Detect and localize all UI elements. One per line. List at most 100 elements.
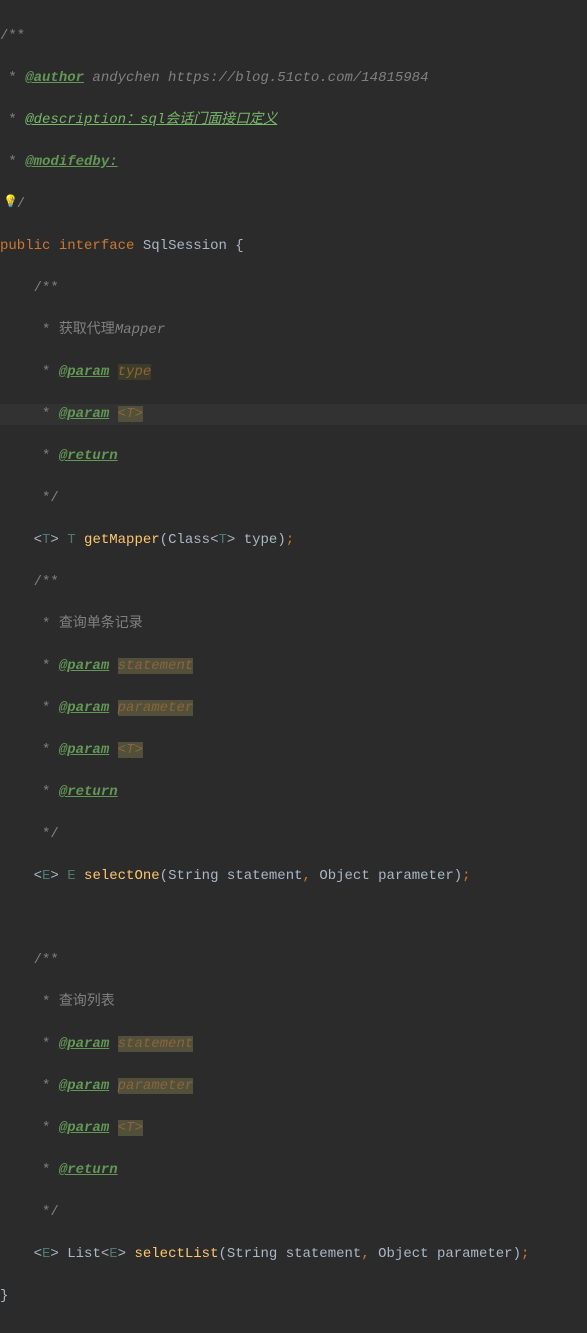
paren: ) — [454, 868, 462, 884]
sp — [109, 1120, 117, 1136]
method-name: selectList — [134, 1246, 218, 1262]
class-name: String — [227, 1246, 286, 1262]
desc-cn-text: 会话门面接口定义 — [165, 112, 277, 128]
sp — [109, 658, 117, 674]
sp — [109, 742, 117, 758]
sp — [109, 364, 117, 380]
sp — [311, 868, 319, 884]
paren: ( — [160, 868, 168, 884]
javadoc-tag: @return — [59, 448, 118, 464]
brace: } — [0, 1288, 8, 1304]
angle: < — [210, 532, 218, 548]
type-param: E — [109, 1246, 117, 1262]
param-name: parameter — [118, 1078, 194, 1094]
param-name: type — [118, 364, 152, 380]
angle: < — [101, 1246, 109, 1262]
comment-cn: 查询单条记录 — [59, 616, 143, 632]
code-line: * 查询列表 — [0, 992, 587, 1013]
angle: > — [227, 532, 244, 548]
code-line: /** — [0, 950, 587, 971]
javadoc-tag: @return — [59, 1162, 118, 1178]
comment-text: */ — [0, 1204, 59, 1220]
code-line: /** — [0, 26, 587, 47]
interface-name: SqlSession — [143, 238, 227, 254]
param-name: statement — [118, 658, 194, 674]
semi: ; — [286, 532, 294, 548]
comment-text: * — [0, 1078, 59, 1094]
keyword: interface — [59, 238, 135, 254]
comment-text: * — [0, 784, 59, 800]
sp — [109, 700, 117, 716]
comment-cn: 获取代理 — [59, 322, 115, 338]
comma: , — [361, 1246, 369, 1262]
param: parameter — [378, 868, 454, 884]
semi: ; — [521, 1246, 529, 1262]
comment-text: * — [0, 1162, 59, 1178]
type-param: T — [219, 532, 227, 548]
angle: > — [118, 1246, 135, 1262]
comment-text: * — [0, 742, 59, 758]
javadoc-tag: @param — [59, 406, 109, 422]
angle: < — [34, 532, 42, 548]
comment-it: Mapper — [115, 322, 165, 338]
param-name: parameter — [118, 700, 194, 716]
sp — [109, 406, 117, 422]
param: parameter — [437, 1246, 513, 1262]
comment-text: */ — [0, 490, 59, 506]
code-line: /** — [0, 278, 587, 299]
sp — [109, 1078, 117, 1094]
semi: ; — [462, 868, 470, 884]
code-line: */ — [0, 488, 587, 509]
comment-text: */ — [0, 826, 59, 842]
param: statement — [286, 1246, 362, 1262]
paren: ( — [160, 532, 168, 548]
javadoc-tag: @param — [59, 1036, 109, 1052]
code-line: * @param parameter — [0, 698, 587, 719]
code-line: */ — [0, 194, 587, 215]
javadoc-tag: @param — [59, 742, 109, 758]
brace: { — [227, 238, 244, 254]
paren: ) — [513, 1246, 521, 1262]
comment-cn: 查询列表 — [59, 994, 115, 1010]
code-line: * @description：sql会话门面接口定义 — [0, 110, 587, 131]
code-line: */ — [0, 1202, 587, 1223]
javadoc-tag: @param — [59, 1120, 109, 1136]
javadoc-tag: @description： — [25, 112, 140, 128]
code-line: * @return — [0, 782, 587, 803]
comment-text: * — [0, 1120, 59, 1136]
code-line: * @param statement — [0, 1034, 587, 1055]
code-line: * @return — [0, 446, 587, 467]
code-line: /** — [0, 572, 587, 593]
code-line: <E> E selectOne(String statement, Object… — [0, 866, 587, 887]
code-editor[interactable]: /** * @author andychen https://blog.51ct… — [0, 0, 587, 1333]
comment-text: /** — [0, 574, 59, 590]
param: statement — [227, 868, 303, 884]
code-line: * 查询单条记录 — [0, 614, 587, 635]
comment-text: * — [0, 616, 59, 632]
method-name: selectOne — [84, 868, 160, 884]
author-text: andychen https://blog.51cto.com/14815984 — [84, 70, 428, 86]
type-param: T — [67, 532, 75, 548]
desc-text: sql — [140, 112, 165, 128]
comment-text: * — [0, 322, 59, 338]
javadoc-tag: @return — [59, 784, 118, 800]
code-line: <E> List<E> selectList(String statement,… — [0, 1244, 587, 1265]
javadoc-tag: @param — [59, 658, 109, 674]
code-line — [0, 908, 587, 929]
code-line: * @modifedby: — [0, 152, 587, 173]
code-line: * @param <T> — [0, 740, 587, 761]
angle: > — [50, 868, 67, 884]
sp — [76, 868, 84, 884]
class-name: List — [67, 1246, 101, 1262]
angle: < — [34, 1246, 42, 1262]
javadoc-tag: @author — [25, 70, 84, 86]
param-name: statement — [118, 1036, 194, 1052]
javadoc-tag: @param — [59, 700, 109, 716]
sp — [76, 532, 84, 548]
param-name: <T> — [118, 742, 143, 758]
comment-text: * — [0, 406, 59, 422]
class-name: Object — [319, 868, 378, 884]
code-line: * @param parameter — [0, 1076, 587, 1097]
code-line: * @param <T> — [0, 1118, 587, 1139]
sp — [109, 1036, 117, 1052]
